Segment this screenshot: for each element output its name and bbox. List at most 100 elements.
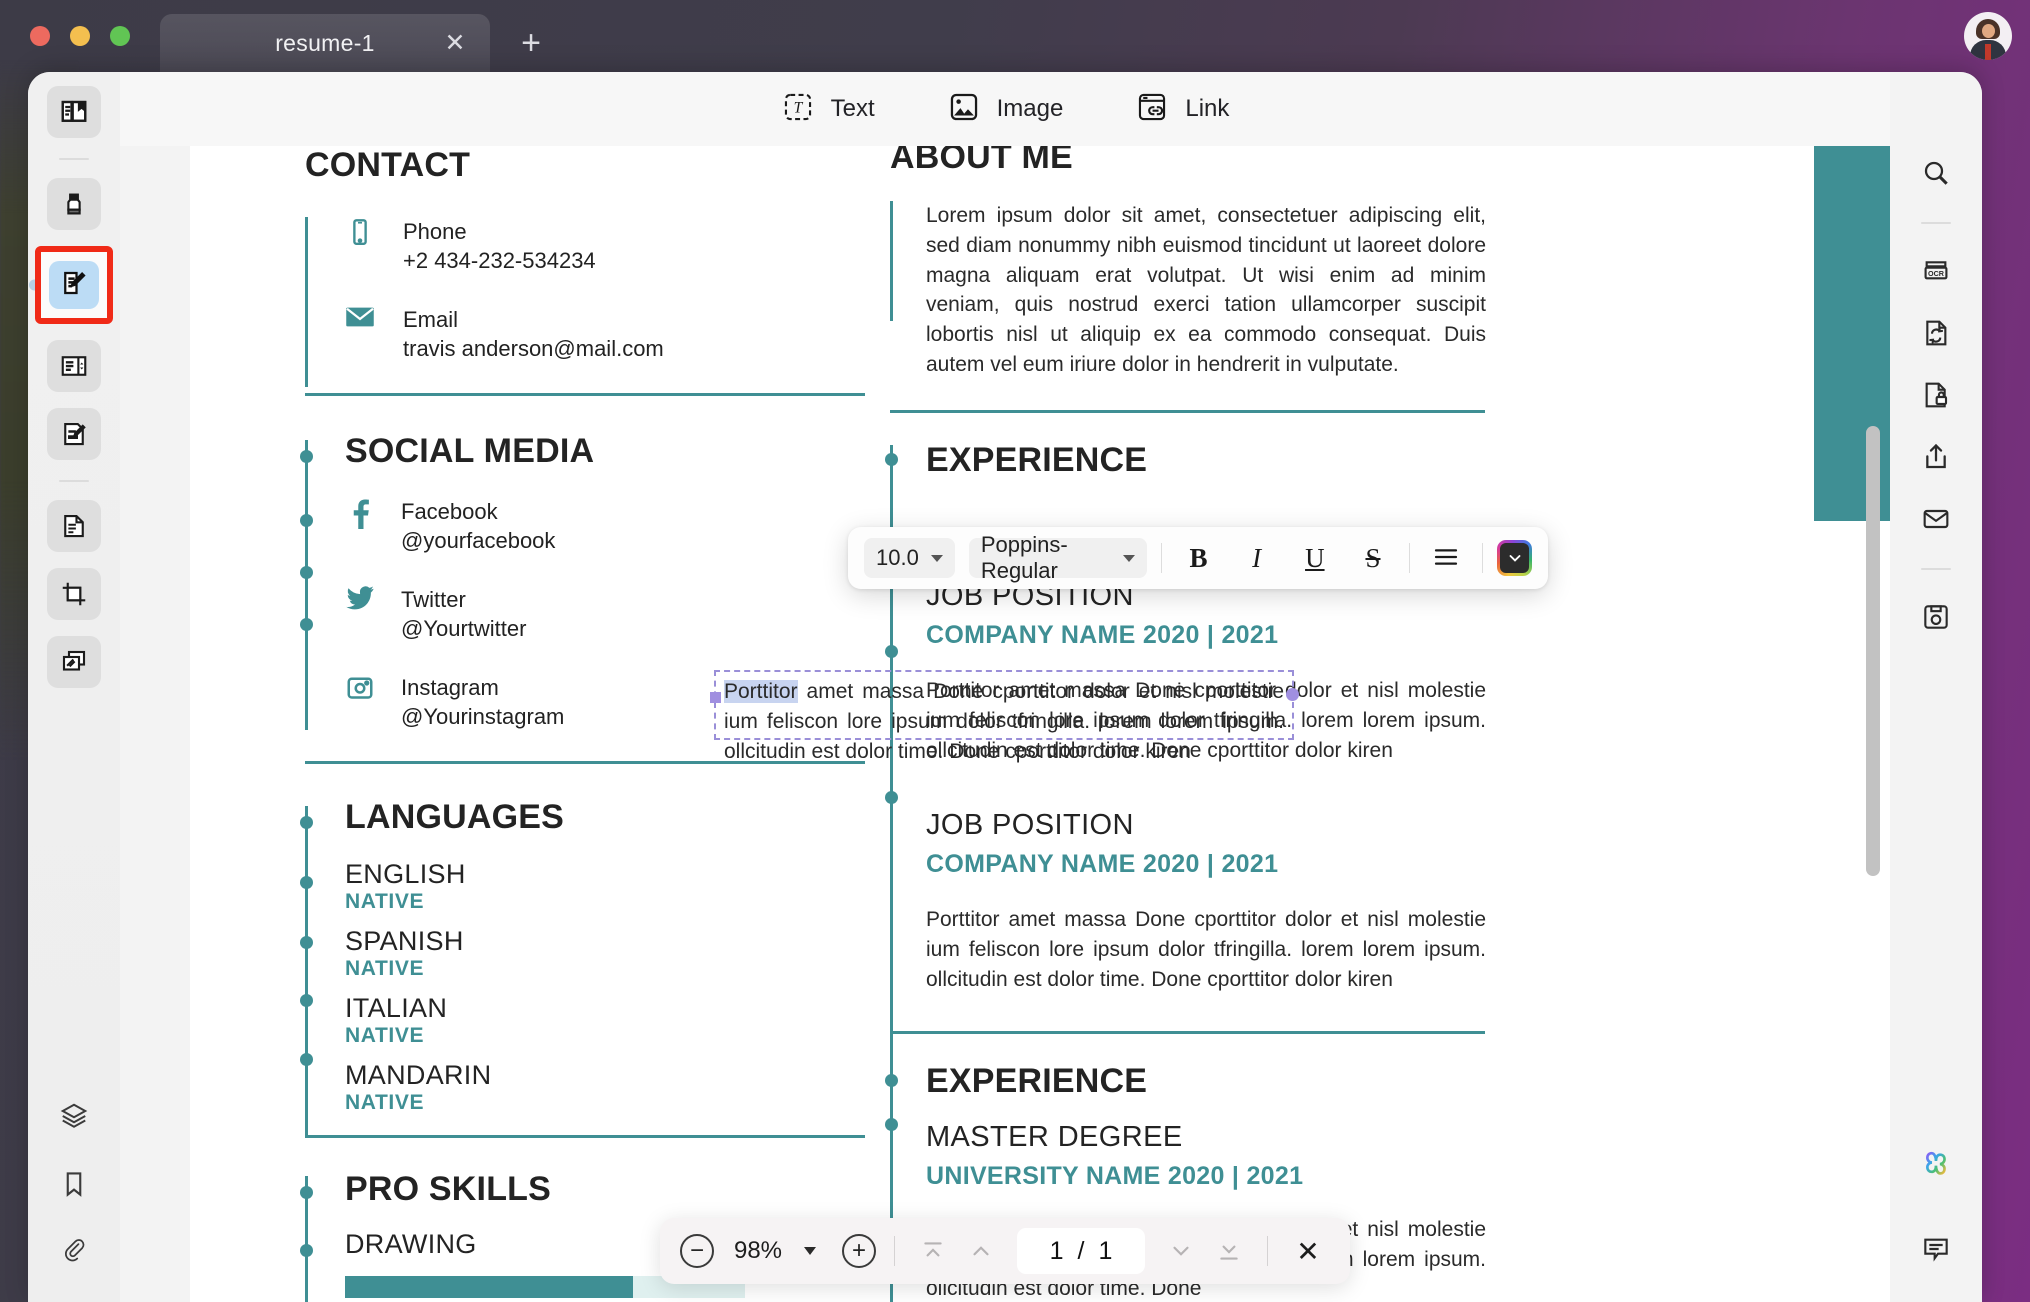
resume-left-column: CONTACT Phone [305,146,765,1298]
minimize-window-button[interactable] [70,26,90,46]
toolbar-divider-3 [1482,543,1483,573]
image-icon [947,90,981,129]
section-divider [890,410,1485,413]
job-company[interactable]: COMPANY NAME 2020 | 2021 [926,850,1490,879]
document-lock-icon[interactable] [1909,368,1963,422]
document-scrollbar[interactable] [1866,426,1880,876]
social-label: Instagram [401,673,564,702]
pdf-page[interactable]: CONTACT Phone [190,146,1890,1302]
tool-image-button[interactable]: Image [947,90,1064,129]
sidebar-item-stamp[interactable] [47,636,101,688]
font-family-value: Poppins-Regular [981,532,1112,584]
comment-icon[interactable] [1909,1222,1963,1276]
toolbar-divider [1161,543,1162,573]
language-level: NATIVE [345,1091,765,1115]
chevron-down-icon [931,555,943,562]
first-page-icon[interactable] [913,1231,953,1271]
share-icon[interactable] [1909,430,1963,484]
sidebar-item-edit-document[interactable] [35,246,113,324]
convert-file-icon[interactable] [1909,306,1963,360]
document-viewport[interactable]: CONTACT Phone [120,146,1890,1302]
prev-page-icon[interactable] [961,1231,1001,1271]
education-company[interactable]: UNIVERSITY NAME 2020 | 2021 [926,1162,1490,1191]
tool-link-button[interactable]: Link [1135,90,1229,129]
zoom-in-button[interactable]: + [842,1234,876,1268]
align-button[interactable] [1424,537,1468,579]
sidebar-item-reader-view[interactable] [47,86,101,138]
underline-button[interactable]: U [1293,537,1337,579]
bold-button[interactable]: B [1176,537,1220,579]
section-divider [890,1031,1485,1034]
sidebar-item-bookmarks[interactable] [47,1158,101,1210]
close-icon[interactable]: ✕ [1286,1231,1330,1271]
tool-text-button[interactable]: T Text [781,90,875,129]
sidebar-item-form-fields[interactable] [47,340,101,392]
timeline-bar [305,217,308,387]
traffic-lights [30,26,130,46]
job-title[interactable]: JOB POSITION [926,809,1490,842]
align-icon [1432,543,1460,574]
color-picker-icon[interactable] [1497,540,1532,576]
close-icon[interactable]: ✕ [442,30,468,56]
text-box-icon: T [781,90,815,129]
selected-text-rest: amet massa Done cporttitor dolor et nisl… [724,680,1284,763]
section-heading-social: SOCIAL MEDIA [345,432,765,471]
chevron-down-icon[interactable] [804,1247,816,1255]
tab-resume-1[interactable]: resume-1 ✕ [160,14,490,72]
svg-text:T: T [793,99,803,116]
selected-text-box[interactable]: Porttitor amet massa Done cporttitor dol… [714,670,1294,740]
sidebar-item-attachments[interactable] [47,1226,101,1278]
zoom-out-button[interactable]: − [680,1234,714,1268]
app-window: resume-1 ✕ + [0,0,2030,1302]
education-title[interactable]: MASTER DEGREE [926,1121,1490,1154]
close-window-button[interactable] [30,26,50,46]
next-page-icon[interactable] [1161,1231,1201,1271]
ocr-icon[interactable]: OCR [1909,244,1963,298]
contact-label: Phone [403,217,596,246]
timeline-dot [885,791,898,804]
plus-icon[interactable]: + [514,26,548,60]
search-icon[interactable] [1909,146,1963,200]
envelope-icon[interactable] [1909,492,1963,546]
zoom-level-value[interactable]: 98% [722,1237,794,1265]
language-name: MANDARIN [345,1060,765,1091]
font-family-select[interactable]: Poppins-Regular [969,538,1148,578]
nav-divider [894,1236,895,1266]
sidebar-item-layers[interactable] [47,1090,101,1142]
resize-handle-right[interactable] [1286,688,1299,701]
rail-divider-2 [59,480,89,482]
nav-divider-2 [1267,1236,1268,1266]
ai-clover-icon[interactable] [1909,1134,1963,1188]
camera-save-icon[interactable] [1909,590,1963,644]
instagram-icon [345,673,375,703]
avatar[interactable] [1964,12,2012,60]
sidebar-item-page-organize[interactable] [47,500,101,552]
about-body: Lorem ipsum dolor sit amet, consectetuer… [926,201,1486,380]
timeline-dot [885,645,898,658]
phone-icon [345,217,375,252]
social-handle: @Yourinstagram [401,702,564,731]
font-size-select[interactable]: 10.0 [864,538,955,578]
social-label: Twitter [401,585,526,614]
sidebar-item-highlighter[interactable] [47,178,101,230]
italic-button[interactable]: I [1235,537,1279,579]
toolbar-divider-2 [1409,543,1410,573]
strikethrough-button[interactable]: S [1351,537,1395,579]
job-body[interactable]: Porttitor amet massa Done cporttitor dol… [926,905,1486,994]
social-row-instagram: Instagram @Yourinstagram [345,673,765,731]
selected-text-content[interactable]: Porttitor amet massa Done cporttitor dol… [724,677,1284,766]
sidebar-item-crop-page[interactable] [47,568,101,620]
last-page-icon[interactable] [1209,1231,1249,1271]
form-stepper-icon [59,351,89,381]
page-separator: / [1078,1237,1085,1266]
resize-handle-left[interactable] [710,692,721,703]
section-heading-languages: LANGUAGES [345,798,765,837]
job-company[interactable]: COMPANY NAME 2020 | 2021 [926,621,1490,650]
section-heading-education: EXPERIENCE [926,1062,1490,1101]
page-navigation-bar: − 98% + 1 / 1 [660,1218,1350,1284]
sidebar-item-sign-document[interactable] [47,408,101,460]
stamp-layers-icon [59,647,89,677]
right-tool-rail: OCR [1890,72,1982,1302]
page-number-input[interactable]: 1 / 1 [1017,1228,1145,1274]
maximize-window-button[interactable] [110,26,130,46]
